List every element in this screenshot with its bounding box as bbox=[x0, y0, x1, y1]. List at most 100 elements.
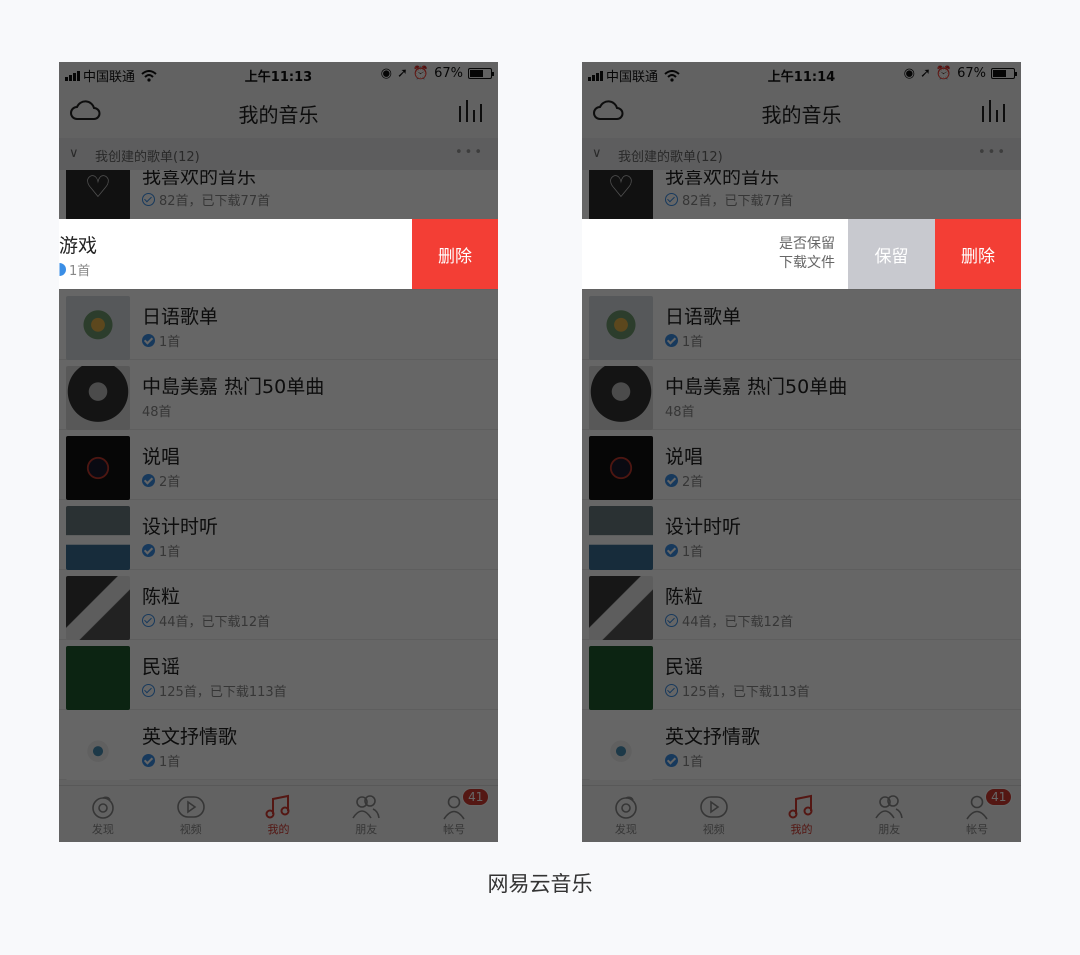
page-title: 我的音乐 bbox=[761, 103, 842, 127]
list-item[interactable]: 民谣 125首，已下载113首 bbox=[59, 640, 498, 710]
tab-account[interactable]: 帐号 41 bbox=[933, 786, 1021, 842]
tab-account[interactable]: 帐号 41 bbox=[410, 786, 498, 842]
tab-music-note[interactable]: 我的 bbox=[758, 786, 846, 842]
list-item[interactable]: 说唱 2首 bbox=[59, 430, 498, 500]
list-item[interactable]: 陈粒 44首，已下载12首 bbox=[59, 570, 498, 640]
section-label: 我创建的歌单(12) bbox=[618, 150, 723, 165]
status-right: ◉ ➚ ⏰ 67% bbox=[904, 66, 1017, 81]
nav-bar: 我的音乐 bbox=[59, 86, 498, 138]
alarm-icon: ⏰ bbox=[412, 66, 430, 81]
playlist-meta: 1首 bbox=[142, 751, 180, 770]
tab-label: 视频 bbox=[702, 823, 725, 836]
tab-label: 朋友 bbox=[355, 823, 378, 836]
list-item[interactable]: 说唱 2首 bbox=[582, 430, 1021, 500]
notification-badge: 41 bbox=[985, 788, 1013, 806]
playlist-name: 中島美嘉 热门50单曲 bbox=[665, 376, 848, 398]
video-icon bbox=[147, 794, 235, 820]
list-item[interactable]: 日语歌单 1首 bbox=[582, 290, 1021, 360]
list-item[interactable]: 中島美嘉 热门50单曲 48首 bbox=[582, 360, 1021, 430]
alarm-icon: ⏰ bbox=[935, 66, 953, 81]
video-icon bbox=[670, 794, 758, 820]
playlist-section-header[interactable]: ∨ 我创建的歌单(12) ••• bbox=[59, 138, 498, 170]
playlist-name: 说唱 bbox=[142, 446, 181, 468]
playlist-meta: 1首 bbox=[665, 331, 703, 350]
tab-discover[interactable]: 发现 bbox=[582, 786, 670, 842]
playlist-meta: 1首 bbox=[59, 260, 90, 279]
list-item[interactable]: 设计时听 1首 bbox=[59, 500, 498, 570]
battery-percent: 67% bbox=[434, 66, 463, 81]
download-check-icon bbox=[142, 193, 155, 206]
battery-icon bbox=[991, 68, 1017, 79]
list-item[interactable]: 我喜欢的音乐 82首，已下载77首 bbox=[582, 170, 1021, 220]
playlist-meta: 82首，已下载77首 bbox=[142, 190, 270, 209]
question-line: 是否保留 bbox=[779, 236, 835, 252]
delete-button[interactable]: 删除 bbox=[412, 219, 498, 289]
tab-video[interactable]: 视频 bbox=[147, 786, 235, 842]
playlist-name: 说唱 bbox=[665, 446, 704, 468]
playlist-name: 陈粒 bbox=[665, 586, 704, 608]
list-item[interactable]: 中島美嘉 热门50单曲 48首 bbox=[59, 360, 498, 430]
playlist-cover bbox=[589, 170, 653, 219]
location-icon: ➚ bbox=[920, 66, 931, 81]
tab-video[interactable]: 视频 bbox=[670, 786, 758, 842]
playlist-cover bbox=[589, 436, 653, 500]
question-line: 下载文件 bbox=[779, 255, 835, 271]
playlist-cover bbox=[66, 366, 130, 430]
tab-bar: 发现 视频 我的 朋友 帐号 41 bbox=[582, 785, 1021, 842]
tab-discover[interactable]: 发现 bbox=[59, 786, 147, 842]
more-icon[interactable]: ••• bbox=[978, 145, 1007, 160]
friends-icon bbox=[845, 794, 933, 820]
playlist-items: 日语歌单 1首 中島美嘉 热门50单曲 48首说唱 2首设计时听 1首 陈粒 44首，已下载1… bbox=[59, 290, 498, 780]
tab-label: 朋友 bbox=[878, 823, 901, 836]
playlist-meta: 1首 bbox=[142, 541, 180, 560]
download-check-icon bbox=[142, 544, 155, 557]
playlist-meta: 82首，已下载77首 bbox=[665, 190, 793, 209]
list-item[interactable]: 英文抒情歌 1首 bbox=[59, 710, 498, 780]
list-item[interactable]: 陈粒 44首，已下载12首 bbox=[582, 570, 1021, 640]
playlist-meta: 2首 bbox=[142, 471, 180, 490]
playlist-name: 游戏 bbox=[59, 235, 98, 257]
caption: 网易云音乐 bbox=[487, 872, 593, 896]
friends-icon bbox=[322, 794, 410, 820]
notification-badge: 41 bbox=[462, 788, 490, 806]
tab-music-note[interactable]: 我的 bbox=[235, 786, 323, 842]
keep-button[interactable]: 保留 bbox=[848, 219, 935, 289]
tab-friends[interactable]: 朋友 bbox=[322, 786, 410, 842]
download-check-icon bbox=[59, 263, 66, 276]
tab-friends[interactable]: 朋友 bbox=[845, 786, 933, 842]
playlist-meta: 125首，已下载113首 bbox=[142, 681, 287, 700]
music-note-icon bbox=[235, 794, 323, 820]
playlist-name: 民谣 bbox=[665, 656, 704, 678]
list-item[interactable]: 我喜欢的音乐 82首，已下载77首 bbox=[59, 170, 498, 220]
list-item[interactable]: 民谣 125首，已下载113首 bbox=[582, 640, 1021, 710]
tab-label: 我的 bbox=[267, 823, 290, 836]
playlist-name: 民谣 bbox=[142, 656, 181, 678]
playlist-name: 英文抒情歌 bbox=[142, 726, 238, 748]
playlist-name: 陈粒 bbox=[142, 586, 181, 608]
now-playing-icon[interactable] bbox=[458, 100, 484, 122]
download-check-icon bbox=[665, 614, 678, 627]
status-bar: 中国联通 上午11:13 ◉ ➚ ⏰ 67% bbox=[59, 62, 498, 86]
playlist-cover bbox=[66, 436, 130, 500]
discover-icon bbox=[582, 794, 670, 820]
now-playing-icon[interactable] bbox=[981, 100, 1007, 122]
download-check-icon bbox=[142, 684, 155, 697]
more-icon[interactable]: ••• bbox=[455, 145, 484, 160]
tab-label: 视频 bbox=[179, 823, 202, 836]
swiped-list-item[interactable]: 游戏 1首 删除 bbox=[59, 219, 498, 289]
playlist-section-header[interactable]: ∨ 我创建的歌单(12) ••• bbox=[582, 138, 1021, 170]
delete-button[interactable]: 删除 bbox=[935, 219, 1021, 289]
swiped-list-item[interactable]: 是否保留 下载文件 保留 删除 bbox=[582, 219, 1021, 289]
download-check-icon bbox=[142, 334, 155, 347]
list-item[interactable]: 日语歌单 1首 bbox=[59, 290, 498, 360]
download-check-icon bbox=[665, 544, 678, 557]
list-item[interactable]: 英文抒情歌 1首 bbox=[582, 710, 1021, 780]
playlist-meta: 125首，已下载113首 bbox=[665, 681, 810, 700]
tab-label: 帐号 bbox=[443, 823, 466, 836]
download-check-icon bbox=[142, 754, 155, 767]
chevron-down-icon: ∨ bbox=[592, 146, 602, 161]
list-item[interactable]: 设计时听 1首 bbox=[582, 500, 1021, 570]
playlist-cover bbox=[66, 716, 130, 780]
playlist-cover bbox=[589, 506, 653, 570]
playlist-name: 英文抒情歌 bbox=[665, 726, 761, 748]
